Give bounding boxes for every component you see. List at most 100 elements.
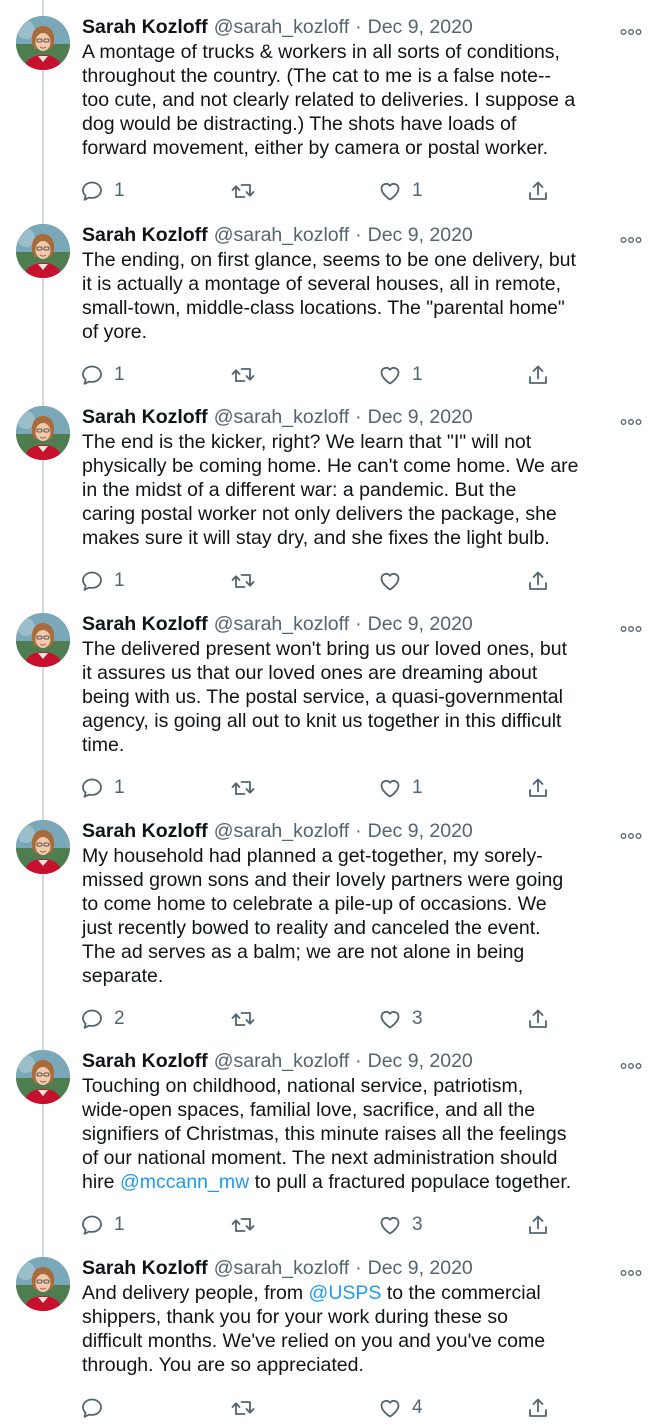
reply-button[interactable]: 1 [80, 360, 125, 390]
avatar[interactable] [16, 406, 70, 460]
tweet-text-line: time. [82, 733, 652, 757]
tweet-text-line: The delivered present won't bring us our… [82, 637, 652, 661]
like-button[interactable]: 3 [378, 1210, 423, 1240]
separator-dot: · [355, 613, 362, 635]
reply-button[interactable]: 1 [80, 773, 125, 803]
reply-button[interactable]: 1 [80, 1210, 125, 1240]
tweet-text: The ending, on first glance, seems to be… [82, 248, 652, 344]
tweet-text-line: of yore. [82, 320, 652, 344]
text-segment: shippers, thank you for your work during… [82, 1306, 508, 1328]
author-handle[interactable]: @sarah_kozloff [214, 613, 349, 636]
author-name[interactable]: Sarah Kozloff [82, 1050, 208, 1073]
more-icon[interactable] [620, 621, 642, 632]
author-handle[interactable]: @sarah_kozloff [214, 1050, 349, 1073]
retweet-button[interactable] [230, 1210, 266, 1240]
share-button[interactable] [526, 1210, 550, 1240]
author-name[interactable]: Sarah Kozloff [82, 1257, 208, 1280]
like-button[interactable]: 4 [378, 1393, 423, 1423]
like-button[interactable]: 1 [378, 360, 423, 390]
tweet-date[interactable]: Dec 9, 2020 [368, 1050, 473, 1073]
more-icon[interactable] [620, 24, 642, 35]
avatar[interactable] [16, 613, 70, 667]
avatar[interactable] [16, 16, 70, 70]
author-name[interactable]: Sarah Kozloff [82, 613, 208, 636]
tweet-actions: 1 [0, 566, 658, 596]
retweet-button[interactable] [230, 773, 266, 803]
tweet-date[interactable]: Dec 9, 2020 [368, 16, 473, 39]
share-button[interactable] [526, 1393, 550, 1423]
like-button[interactable]: 3 [378, 1004, 423, 1034]
tweet-date[interactable]: Dec 9, 2020 [368, 406, 473, 429]
retweet-button[interactable] [230, 360, 266, 390]
more-icon[interactable] [620, 828, 642, 839]
reply-icon [80, 1396, 104, 1420]
heart-icon [378, 363, 402, 387]
text-segment: The end is the kicker, right? We learn t… [82, 431, 532, 453]
tweet-text-line: makes sure it will stay dry, and she fix… [82, 526, 652, 550]
tweet-date[interactable]: Dec 9, 2020 [368, 224, 473, 247]
text-segment: dog would be distracting.) The shots hav… [82, 113, 517, 135]
tweet-date[interactable]: Dec 9, 2020 [368, 613, 473, 636]
like-count: 3 [412, 1214, 423, 1235]
like-button[interactable]: 1 [378, 176, 423, 206]
retweet-icon [230, 569, 256, 593]
avatar[interactable] [16, 1050, 70, 1104]
text-segment: throughout the country. (The cat to me i… [82, 65, 551, 87]
author-name[interactable]: Sarah Kozloff [82, 16, 208, 39]
tweet-date[interactable]: Dec 9, 2020 [368, 820, 473, 843]
separator-dot: · [355, 820, 362, 842]
author-handle[interactable]: @sarah_kozloff [214, 16, 349, 39]
tweet-actions: 11 [0, 773, 658, 803]
more-icon[interactable] [620, 414, 642, 425]
like-button[interactable]: 1 [378, 773, 423, 803]
reply-icon [80, 1007, 104, 1031]
share-icon [526, 1396, 550, 1420]
share-button[interactable] [526, 773, 550, 803]
reply-button[interactable]: 2 [80, 1004, 125, 1034]
separator-dot: · [355, 224, 362, 246]
share-button[interactable] [526, 176, 550, 206]
share-button[interactable] [526, 360, 550, 390]
text-segment: The ending, on first glance, seems to be… [82, 249, 576, 271]
tweet-text-line: A montage of trucks & workers in all sor… [82, 40, 652, 64]
author-handle[interactable]: @sarah_kozloff [214, 224, 349, 247]
like-button[interactable] [378, 566, 412, 596]
author-handle[interactable]: @sarah_kozloff [214, 820, 349, 843]
avatar[interactable] [16, 224, 70, 278]
author-handle[interactable]: @sarah_kozloff [214, 1257, 349, 1280]
share-button[interactable] [526, 566, 550, 596]
mention-link[interactable]: @USPS [309, 1282, 382, 1304]
mention-link[interactable]: @mccann_mw [120, 1171, 249, 1193]
tweet-text-line: Touching on childhood, national service,… [82, 1074, 652, 1098]
retweet-button[interactable] [230, 566, 266, 596]
retweet-button[interactable] [230, 176, 266, 206]
text-segment: just recently bowed to reality and cance… [82, 917, 541, 939]
text-segment: missed grown sons and their lovely partn… [82, 869, 564, 891]
tweet-date[interactable]: Dec 9, 2020 [368, 1257, 473, 1280]
avatar[interactable] [16, 1257, 70, 1311]
like-count: 1 [412, 180, 423, 201]
more-icon[interactable] [620, 1058, 642, 1069]
separator-dot: · [355, 1050, 362, 1072]
more-icon[interactable] [620, 1265, 642, 1276]
reply-button[interactable]: 1 [80, 566, 125, 596]
avatar[interactable] [16, 820, 70, 874]
reply-button[interactable] [80, 1393, 114, 1423]
author-name[interactable]: Sarah Kozloff [82, 820, 208, 843]
author-name[interactable]: Sarah Kozloff [82, 406, 208, 429]
more-icon[interactable] [620, 232, 642, 243]
author-name[interactable]: Sarah Kozloff [82, 224, 208, 247]
tweet-header: Sarah Kozloff @sarah_kozloff · Dec 9, 2020 [82, 1257, 473, 1283]
reply-icon [80, 776, 104, 800]
separator-dot: · [355, 406, 362, 428]
tweet-actions: 13 [0, 1210, 658, 1240]
tweet-text-line: The end is the kicker, right? We learn t… [82, 430, 652, 454]
retweet-button[interactable] [230, 1004, 266, 1034]
author-handle[interactable]: @sarah_kozloff [214, 406, 349, 429]
share-button[interactable] [526, 1004, 550, 1034]
reply-button[interactable]: 1 [80, 176, 125, 206]
retweet-button[interactable] [230, 1393, 266, 1423]
text-segment: to come home to celebrate a pile-up of o… [82, 893, 547, 915]
tweet-text-line: it is actually a montage of several hous… [82, 272, 652, 296]
reply-count: 1 [114, 180, 125, 201]
